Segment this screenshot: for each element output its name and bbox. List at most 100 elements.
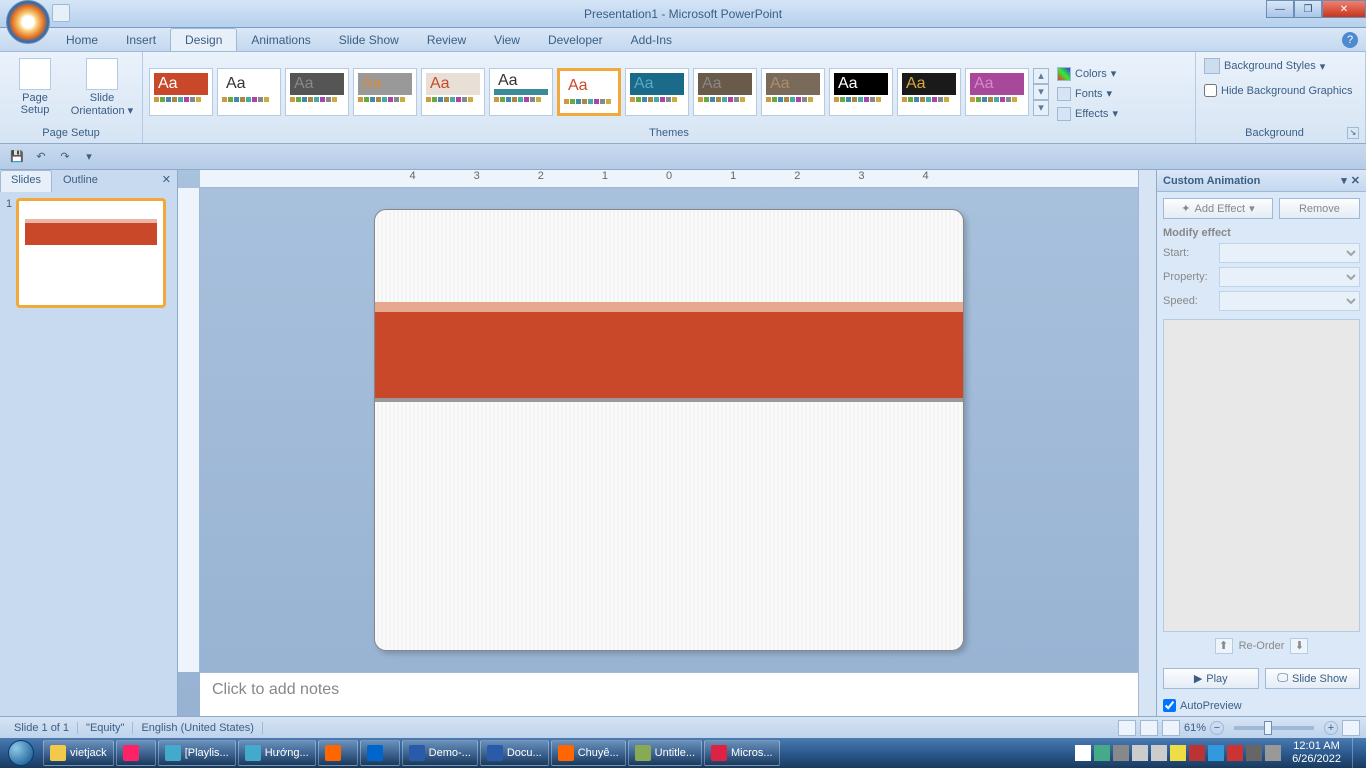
- tab-slides[interactable]: Slides: [0, 170, 52, 192]
- tab-insert[interactable]: Insert: [112, 29, 170, 51]
- restore-button[interactable]: ❐: [1294, 0, 1322, 18]
- tab-view[interactable]: View: [480, 29, 534, 51]
- fit-window-button[interactable]: [1342, 720, 1360, 736]
- tray-icon[interactable]: [1094, 745, 1110, 761]
- taskbar-item[interactable]: [116, 740, 156, 766]
- background-styles-button[interactable]: Background Styles ▾: [1202, 56, 1327, 76]
- slide-canvas[interactable]: [374, 209, 964, 651]
- zoom-out-button[interactable]: −: [1210, 721, 1224, 735]
- start-select[interactable]: [1219, 243, 1360, 263]
- help-icon[interactable]: ?: [1342, 32, 1358, 48]
- vertical-scrollbar[interactable]: [1138, 170, 1156, 716]
- slide-orientation-button[interactable]: SlideOrientation ▾: [68, 56, 136, 117]
- hide-bg-graphics-checkbox[interactable]: Hide Background Graphics: [1202, 82, 1354, 99]
- taskbar-clock[interactable]: 12:01 AM 6/26/2022: [1284, 740, 1349, 766]
- fonts-button[interactable]: Fonts ▾: [1053, 86, 1122, 102]
- tray-icon[interactable]: [1170, 745, 1186, 761]
- theme-more-button[interactable]: ▾: [1033, 100, 1049, 116]
- tray-icon[interactable]: [1189, 745, 1205, 761]
- theme-thumb-6[interactable]: Aa: [489, 68, 553, 116]
- tab-slideshow[interactable]: Slide Show: [325, 29, 413, 51]
- notes-pane[interactable]: Click to add notes: [200, 672, 1138, 716]
- tab-animations[interactable]: Animations: [237, 29, 324, 51]
- theme-thumb-11[interactable]: Aa: [829, 68, 893, 116]
- taskbar-item[interactable]: vietjack: [43, 740, 114, 766]
- pane-close-icon[interactable]: ✕: [1351, 174, 1360, 187]
- taskbar-item[interactable]: [Playlis...: [158, 740, 236, 766]
- tray-icon[interactable]: [1075, 745, 1091, 761]
- theme-thumb-3[interactable]: Aa: [285, 68, 349, 116]
- tray-icon[interactable]: [1246, 745, 1262, 761]
- taskbar-item[interactable]: Hướng...: [238, 740, 316, 766]
- tray-icon[interactable]: [1208, 745, 1224, 761]
- effects-button[interactable]: Effects ▾: [1053, 106, 1122, 122]
- save-icon[interactable]: 💾: [6, 147, 28, 167]
- taskbar-item[interactable]: Chuyê...: [551, 740, 626, 766]
- tab-review[interactable]: Review: [413, 29, 480, 51]
- taskbar-item[interactable]: [318, 740, 358, 766]
- theme-thumb-9[interactable]: Aa: [693, 68, 757, 116]
- theme-thumb-8[interactable]: Aa: [625, 68, 689, 116]
- theme-scroll-down[interactable]: ▾: [1033, 84, 1049, 100]
- taskbar-item[interactable]: Untitle...: [628, 740, 702, 766]
- tray-network-icon[interactable]: [1151, 745, 1167, 761]
- page-setup-button[interactable]: Page Setup: [6, 56, 64, 116]
- tab-addins[interactable]: Add-Ins: [617, 29, 686, 51]
- zoom-slider[interactable]: [1234, 726, 1314, 730]
- close-button[interactable]: ✕: [1322, 0, 1366, 18]
- undo-icon[interactable]: ↶: [30, 147, 52, 167]
- animation-list[interactable]: [1163, 319, 1360, 632]
- show-desktop-button[interactable]: [1352, 738, 1362, 768]
- pane-dropdown-icon[interactable]: ▾: [1341, 174, 1347, 187]
- colors-button[interactable]: Colors ▾: [1053, 66, 1122, 82]
- remove-effect-button[interactable]: Remove: [1279, 198, 1360, 219]
- speed-select[interactable]: [1219, 291, 1360, 311]
- slide-thumbnail-1[interactable]: 1: [6, 198, 171, 308]
- add-effect-button[interactable]: ✦Add Effect ▾: [1163, 198, 1273, 219]
- slide-panel-close-icon[interactable]: ✕: [156, 170, 177, 192]
- autopreview-checkbox[interactable]: AutoPreview: [1157, 695, 1366, 716]
- reorder-down-button[interactable]: ⬇: [1290, 638, 1308, 654]
- zoom-thumb[interactable]: [1264, 721, 1272, 735]
- sorter-view-button[interactable]: [1140, 720, 1158, 736]
- redo-icon[interactable]: ↷: [54, 147, 76, 167]
- qat-save-icon[interactable]: [52, 4, 70, 22]
- theme-scroll-up[interactable]: ▴: [1033, 68, 1049, 84]
- slide-canvas-area[interactable]: [200, 188, 1138, 672]
- tray-icon[interactable]: [1113, 745, 1129, 761]
- reorder-up-button[interactable]: ⬆: [1215, 638, 1233, 654]
- tab-design[interactable]: Design: [170, 28, 237, 51]
- tray-volume-icon[interactable]: [1132, 745, 1148, 761]
- tray-icon[interactable]: [1227, 745, 1243, 761]
- taskbar-item[interactable]: Docu...: [480, 740, 549, 766]
- taskbar-item[interactable]: Demo-...: [402, 740, 478, 766]
- autopreview-check[interactable]: [1163, 699, 1176, 712]
- normal-view-button[interactable]: [1118, 720, 1136, 736]
- theme-thumb-2[interactable]: Aa: [217, 68, 281, 116]
- office-button[interactable]: [6, 0, 50, 44]
- taskbar-item[interactable]: [360, 740, 400, 766]
- start-button[interactable]: [0, 738, 42, 768]
- theme-thumb-10[interactable]: Aa: [761, 68, 825, 116]
- play-button[interactable]: ▶ Play: [1163, 668, 1259, 689]
- minimize-button[interactable]: —: [1266, 0, 1294, 18]
- status-language[interactable]: English (United States): [133, 722, 263, 734]
- tab-developer[interactable]: Developer: [534, 29, 617, 51]
- theme-thumb-5[interactable]: Aa: [421, 68, 485, 116]
- qat-customize-icon[interactable]: ▾: [78, 147, 100, 167]
- zoom-in-button[interactable]: +: [1324, 721, 1338, 735]
- taskbar-item[interactable]: Micros...: [704, 740, 780, 766]
- theme-thumb-7[interactable]: Aa: [557, 68, 621, 116]
- tab-home[interactable]: Home: [52, 29, 112, 51]
- property-select[interactable]: [1219, 267, 1360, 287]
- theme-thumb-1[interactable]: Aa: [149, 68, 213, 116]
- background-launcher-icon[interactable]: ↘: [1347, 127, 1359, 139]
- theme-thumb-4[interactable]: Aa: [353, 68, 417, 116]
- theme-thumb-13[interactable]: Aa: [965, 68, 1029, 116]
- hide-bg-checkbox[interactable]: [1204, 84, 1217, 97]
- tab-outline[interactable]: Outline: [52, 170, 109, 192]
- tray-icon[interactable]: [1265, 745, 1281, 761]
- slideshow-button[interactable]: 🖵 Slide Show: [1265, 668, 1361, 689]
- theme-thumb-12[interactable]: Aa: [897, 68, 961, 116]
- slideshow-view-button[interactable]: [1162, 720, 1180, 736]
